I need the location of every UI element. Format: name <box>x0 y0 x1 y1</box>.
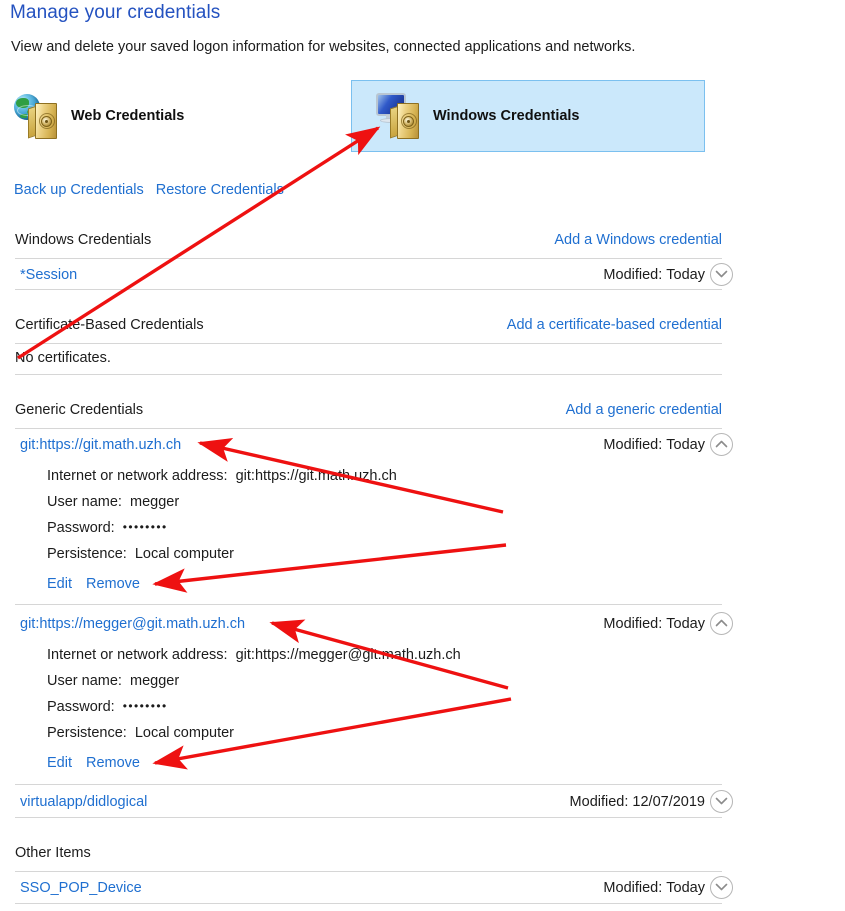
chevron-down-icon[interactable] <box>710 790 733 813</box>
remove-link[interactable]: Remove <box>86 576 140 592</box>
modified-value: Today <box>666 267 705 283</box>
credential-modified: Modified: 12/07/2019 <box>570 794 705 810</box>
password-value: •••••••• <box>122 520 168 534</box>
credential-name[interactable]: git:https://megger@git.math.uzh.ch <box>20 616 245 632</box>
credential-persistence: Persistence: Local computer <box>47 725 234 741</box>
persistence-label: Persistence: <box>47 546 127 562</box>
credential-name[interactable]: virtualapp/didlogical <box>20 794 147 810</box>
password-label: Password: <box>47 520 115 536</box>
credential-name[interactable]: SSO_POP_Device <box>20 880 142 896</box>
remove-link[interactable]: Remove <box>86 755 140 771</box>
divider <box>15 428 722 429</box>
divider <box>15 903 722 904</box>
divider <box>15 871 722 872</box>
address-value: git:https://git.math.uzh.ch <box>235 468 397 484</box>
credential-name[interactable]: *Session <box>20 267 77 283</box>
back-up-credentials-link[interactable]: Back up Credentials <box>14 182 144 198</box>
modified-value: 12/07/2019 <box>632 794 705 810</box>
divider <box>15 817 722 818</box>
tab-windows-credentials-label: Windows Credentials <box>433 108 580 124</box>
username-value: megger <box>130 673 180 689</box>
credential-row-virtualapp[interactable]: virtualapp/didlogical Modified: 12/07/20… <box>0 790 845 820</box>
chevron-up-icon[interactable] <box>710 433 733 456</box>
credential-persistence: Persistence: Local computer <box>47 546 234 562</box>
modified-label: Modified: <box>603 616 663 632</box>
password-value: •••••••• <box>122 699 168 713</box>
no-certificates-text: No certificates. <box>15 350 111 366</box>
globe-vault-icon <box>14 93 62 139</box>
restore-credentials-link[interactable]: Restore Credentials <box>156 182 284 198</box>
credential-modified: Modified: Today <box>603 616 705 632</box>
add-windows-credential-link[interactable]: Add a Windows credential <box>554 232 722 248</box>
persistence-label: Persistence: <box>47 725 127 741</box>
section-title: Generic Credentials <box>15 402 144 418</box>
credential-row-sso-pop-device[interactable]: SSO_POP_Device Modified: Today <box>0 876 845 906</box>
credential-password: Password: •••••••• <box>47 520 168 536</box>
modified-label: Modified: <box>569 794 629 810</box>
credential-username: User name: megger <box>47 494 179 510</box>
credential-modified: Modified: Today <box>603 267 705 283</box>
persistence-value: Local computer <box>134 546 234 562</box>
modified-label: Modified: <box>603 437 663 453</box>
address-value: git:https://megger@git.math.uzh.ch <box>235 647 461 663</box>
add-certificate-credential-link[interactable]: Add a certificate-based credential <box>507 317 722 333</box>
credential-address: Internet or network address: git:https:/… <box>47 647 461 663</box>
monitor-vault-icon <box>376 93 424 139</box>
edit-link[interactable]: Edit <box>47 755 72 771</box>
modified-value: Today <box>666 437 705 453</box>
divider <box>15 604 722 605</box>
section-certificate-credentials-header: Certificate-Based Credentials Add a cert… <box>0 317 845 343</box>
credential-username: User name: megger <box>47 673 179 689</box>
divider <box>15 374 722 375</box>
chevron-down-icon[interactable] <box>710 263 733 286</box>
tab-web-credentials-label: Web Credentials <box>71 108 185 124</box>
credential-modified: Modified: Today <box>603 880 705 896</box>
page-title: Manage your credentials <box>10 2 221 23</box>
credential-actions: Edit Remove <box>47 755 154 771</box>
username-value: megger <box>130 494 180 510</box>
edit-link[interactable]: Edit <box>47 576 72 592</box>
credential-modified: Modified: Today <box>603 437 705 453</box>
credential-row-git-megger[interactable]: git:https://megger@git.math.uzh.ch Modif… <box>0 612 845 642</box>
section-windows-credentials-header: Windows Credentials Add a Windows creden… <box>0 232 845 258</box>
section-title: Certificate-Based Credentials <box>15 317 204 333</box>
divider <box>15 343 722 344</box>
section-title: Windows Credentials <box>15 232 152 248</box>
credential-manager-page: Manage your credentials View and delete … <box>0 0 845 911</box>
page-subtitle: View and delete your saved logon informa… <box>11 39 636 55</box>
credential-password: Password: •••••••• <box>47 699 168 715</box>
address-label: Internet or network address: <box>47 647 228 663</box>
chevron-up-icon[interactable] <box>710 612 733 635</box>
chevron-down-icon[interactable] <box>710 876 733 899</box>
modified-label: Modified: <box>603 880 663 896</box>
tab-web-credentials[interactable]: Web Credentials <box>14 86 190 146</box>
password-label: Password: <box>47 699 115 715</box>
username-label: User name: <box>47 673 122 689</box>
section-generic-credentials-header: Generic Credentials Add a generic creden… <box>0 402 845 428</box>
address-label: Internet or network address: <box>47 468 228 484</box>
add-generic-credential-link[interactable]: Add a generic credential <box>566 402 722 418</box>
username-label: User name: <box>47 494 122 510</box>
modified-label: Modified: <box>603 267 663 283</box>
modified-value: Today <box>666 616 705 632</box>
credential-actions: Edit Remove <box>47 576 154 592</box>
credential-row-git-math[interactable]: git:https://git.math.uzh.ch Modified: To… <box>0 433 845 463</box>
credential-address: Internet or network address: git:https:/… <box>47 468 397 484</box>
persistence-value: Local computer <box>134 725 234 741</box>
modified-value: Today <box>666 880 705 896</box>
divider <box>15 258 722 259</box>
divider <box>15 784 722 785</box>
section-title: Other Items <box>15 845 91 861</box>
tab-windows-credentials[interactable]: Windows Credentials <box>351 80 705 152</box>
credential-toolbar: Back up Credentials Restore Credentials <box>14 182 296 198</box>
divider <box>15 289 722 290</box>
section-other-items-header: Other Items <box>0 845 845 871</box>
credential-name[interactable]: git:https://git.math.uzh.ch <box>20 437 181 453</box>
